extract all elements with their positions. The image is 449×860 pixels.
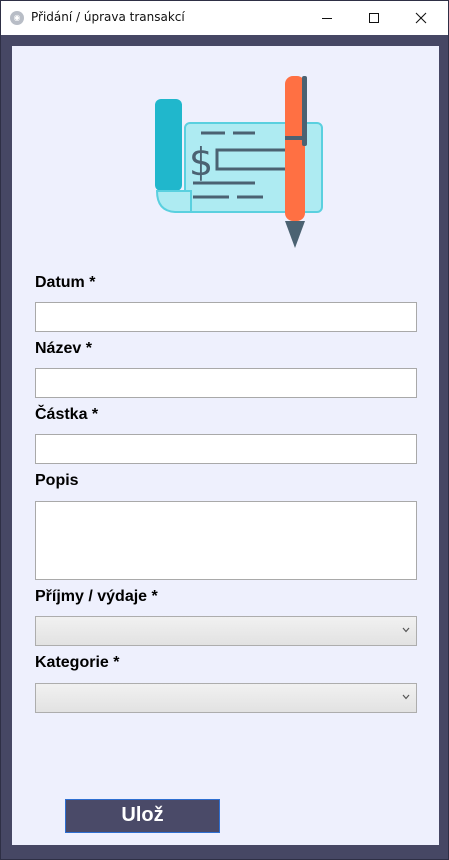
chevron-down-icon (402, 627, 410, 633)
datum-input[interactable] (35, 302, 417, 332)
maximize-button[interactable] (351, 1, 397, 35)
app-icon: ◉ (10, 11, 24, 25)
close-icon (415, 12, 427, 24)
castka-label: Částka * (35, 406, 99, 423)
check-and-pen-icon: $ (155, 76, 323, 248)
minimize-icon (322, 18, 332, 19)
svg-text:$: $ (189, 140, 213, 184)
popis-label: Popis (35, 472, 79, 489)
minimize-button[interactable] (304, 1, 350, 35)
prijmy-vydaje-select[interactable] (35, 616, 417, 646)
window-title: Přidání / úprava transakcí (31, 10, 185, 24)
title-bar[interactable]: ◉ Přidání / úprava transakcí (1, 1, 448, 35)
castka-input[interactable] (35, 434, 417, 464)
chevron-down-icon (402, 694, 410, 700)
transaction-window: ◉ Přidání / úprava transakcí $ Datum * N… (0, 0, 449, 860)
close-button[interactable] (398, 1, 444, 35)
popis-textarea[interactable] (35, 501, 417, 580)
maximize-icon (369, 13, 379, 23)
kategorie-select[interactable] (35, 683, 417, 713)
kategorie-label: Kategorie * (35, 654, 120, 671)
form-panel: $ Datum * Název * Částka * Popis Příjmy … (12, 46, 439, 845)
nazev-label: Název * (35, 340, 92, 357)
prijmy-vydaje-label: Příjmy / výdaje * (35, 588, 158, 605)
save-button[interactable]: Ulož (65, 799, 220, 833)
nazev-input[interactable] (35, 368, 417, 398)
datum-label: Datum * (35, 274, 96, 291)
